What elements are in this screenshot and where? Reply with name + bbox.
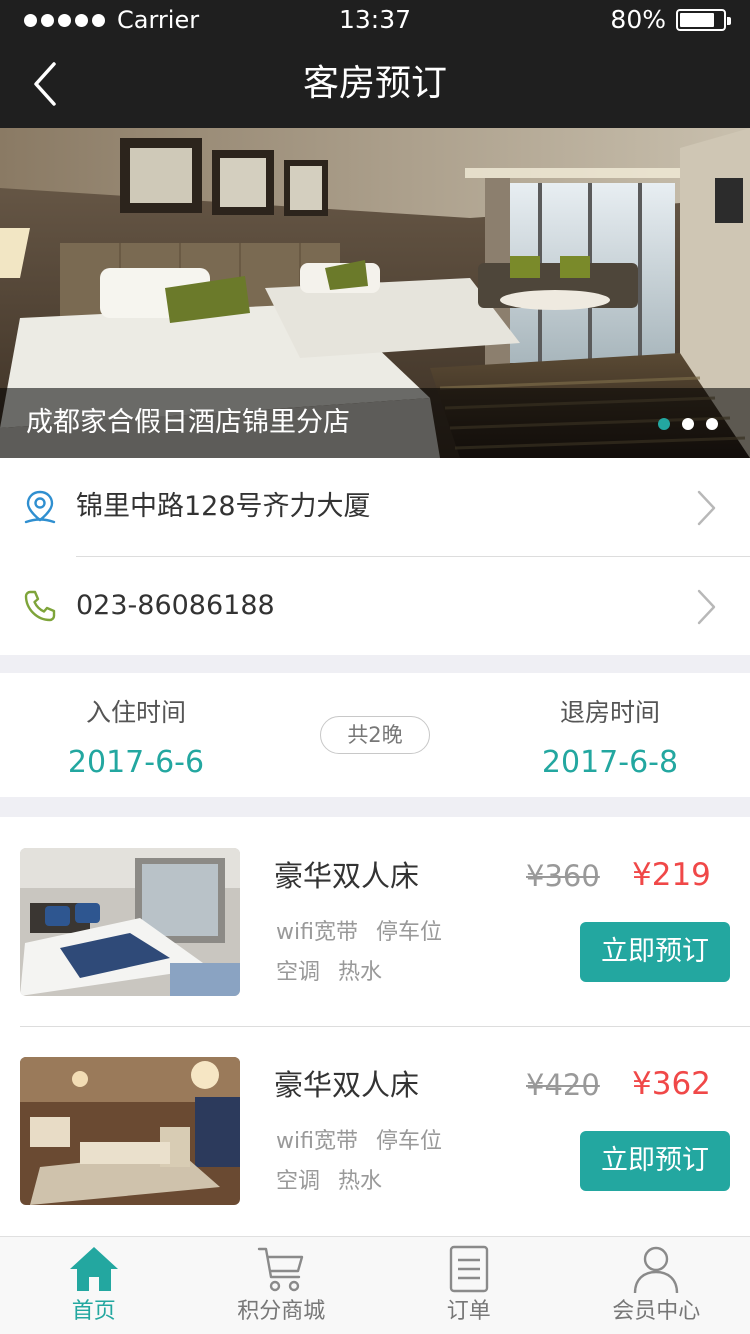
tab-points-mall[interactable]: 积分商城	[188, 1237, 376, 1334]
checkout-label: 退房时间	[559, 698, 660, 727]
amenity-tags: wifi宽带 停车位 空调 热水	[276, 916, 476, 990]
phone-icon	[24, 590, 56, 622]
phone-number: 023-86086188	[76, 590, 275, 621]
original-price: ¥420	[526, 1068, 600, 1102]
amenity-tag: 热水	[338, 1169, 383, 1194]
checkout-date: 2017-6-8	[541, 745, 679, 780]
bottom-tab-bar: 首页 积分商城 订单 会员中心	[0, 1236, 750, 1334]
status-bar: Carrier 13:37 80%	[0, 0, 750, 40]
document-icon	[449, 1245, 488, 1293]
carousel-dot[interactable]	[682, 418, 694, 430]
checkin-date: 2017-6-6	[67, 745, 205, 780]
chevron-right-icon	[697, 490, 716, 526]
room-list-item[interactable]: 豪华双人床 ¥420 ¥362 wifi宽带 停车位 空调 热水 立即预订	[0, 1027, 750, 1235]
original-price: ¥360	[526, 859, 600, 893]
battery-icon	[676, 9, 731, 31]
nights-badge: 共2晚	[320, 716, 430, 754]
cart-icon	[258, 1247, 304, 1292]
address-text: 锦里中路128号齐力大厦	[76, 491, 371, 522]
page-title: 客房预订	[302, 63, 447, 104]
location-pin-icon	[24, 490, 56, 524]
phone-row[interactable]: 023-86086188	[0, 557, 750, 655]
stay-dates: 入住时间 2017-6-6 共2晚 退房时间 2017-6-8	[0, 673, 750, 797]
hotel-banner-carousel[interactable]: 成都家合假日酒店锦里分店	[0, 128, 750, 458]
chevron-right-icon	[697, 589, 716, 625]
home-icon	[69, 1247, 118, 1291]
tab-label: 首页	[71, 1299, 116, 1324]
amenity-tag: 空调	[276, 960, 321, 985]
book-now-button[interactable]: 立即预订	[580, 1131, 730, 1191]
section-gap	[0, 655, 750, 673]
tab-label: 积分商城	[237, 1299, 326, 1324]
address-row[interactable]: 锦里中路128号齐力大厦	[0, 458, 750, 556]
carousel-dot[interactable]	[658, 418, 670, 430]
carousel-pagination[interactable]	[658, 418, 718, 430]
room-name: 豪华双人床	[274, 1068, 420, 1102]
battery-percent: 80%	[610, 5, 666, 34]
room-price: ¥362	[632, 1066, 711, 1102]
user-icon	[634, 1246, 679, 1294]
checkout-picker[interactable]: 退房时间 2017-6-8	[480, 695, 740, 781]
section-gap	[0, 797, 750, 817]
room-list-item[interactable]: 豪华双人床 ¥360 ¥219 wifi宽带 停车位 空调 热水 立即预订	[0, 818, 750, 1026]
room-price: ¥219	[632, 857, 711, 893]
room-thumbnail	[20, 848, 240, 996]
checkin-label: 入住时间	[85, 698, 186, 727]
amenity-tag: 停车位	[375, 920, 442, 945]
checkin-picker[interactable]: 入住时间 2017-6-6	[6, 695, 266, 781]
amenity-tag: wifi宽带	[276, 1129, 358, 1154]
tab-home[interactable]: 首页	[0, 1237, 188, 1334]
carousel-dot[interactable]	[706, 418, 718, 430]
amenity-tag: 停车位	[375, 1129, 442, 1154]
banner-caption: 成都家合假日酒店锦里分店	[0, 388, 750, 458]
tab-label: 订单	[446, 1299, 491, 1324]
tab-member-center[interactable]: 会员中心	[563, 1237, 750, 1334]
room-thumbnail	[20, 1057, 240, 1205]
amenity-tag: wifi宽带	[276, 920, 358, 945]
book-now-button[interactable]: 立即预订	[580, 922, 730, 982]
amenity-tag: 空调	[276, 1169, 321, 1194]
tab-label: 会员中心	[612, 1299, 701, 1324]
amenity-tags: wifi宽带 停车位 空调 热水	[276, 1125, 476, 1199]
hotel-name: 成都家合假日酒店锦里分店	[26, 407, 350, 438]
amenity-tag: 热水	[338, 960, 383, 985]
battery-indicator: 80%	[610, 5, 731, 34]
tab-orders[interactable]: 订单	[375, 1237, 563, 1334]
nav-bar: 客房预订	[0, 40, 750, 128]
room-name: 豪华双人床	[274, 859, 420, 893]
